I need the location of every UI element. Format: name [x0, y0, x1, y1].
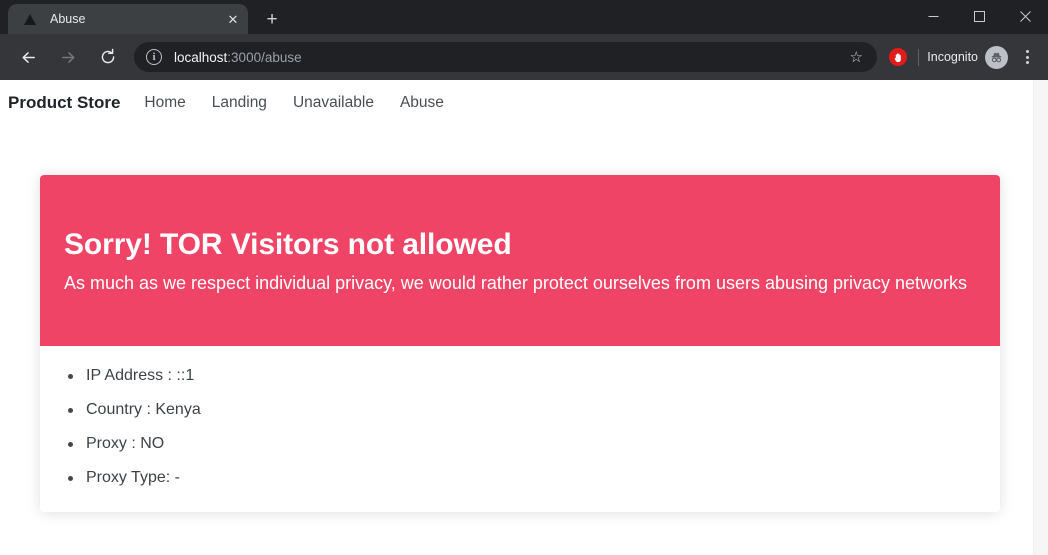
triangle-favicon-icon — [22, 11, 38, 27]
tab-close-icon[interactable]: ✕ — [222, 8, 244, 30]
toolbar-divider — [918, 48, 920, 66]
visitor-details: IP Address : ::1 Country : Kenya Proxy :… — [40, 345, 1000, 512]
extension-hand-icon[interactable] — [889, 48, 908, 66]
detail-list: IP Address : ::1 Country : Kenya Proxy :… — [64, 367, 976, 486]
abuse-card: Sorry! TOR Visitors not allowed As much … — [40, 175, 1000, 512]
maximize-button[interactable] — [956, 0, 1002, 32]
tor-alert-banner: Sorry! TOR Visitors not allowed As much … — [40, 175, 1000, 346]
three-dots-menu-icon[interactable] — [1014, 44, 1040, 70]
list-item-proxy-type: Proxy Type: - — [64, 469, 976, 486]
tab-title: Abuse — [50, 12, 86, 26]
nav-link-home[interactable]: Home — [144, 94, 185, 112]
list-item-proxy: Proxy : NO — [64, 435, 976, 452]
minimize-button[interactable] — [910, 0, 956, 32]
incognito-spy-icon[interactable] — [985, 45, 1008, 69]
nav-link-landing[interactable]: Landing — [212, 94, 267, 112]
nav-link-unavailable[interactable]: Unavailable — [293, 94, 374, 112]
tab-strip: Abuse ✕ + — [0, 0, 1048, 34]
browser-window: Abuse ✕ + i localhost:3000/abuse ☆ Incog… — [0, 0, 1048, 555]
url-host: localhost — [174, 49, 228, 65]
url-text: localhost:3000/abuse — [174, 50, 302, 65]
forward-icon[interactable] — [53, 42, 83, 72]
list-item-ip-address: IP Address : ::1 — [64, 367, 976, 384]
reload-icon[interactable] — [93, 42, 123, 72]
alert-message: As much as we respect individual privacy… — [64, 272, 968, 293]
profile-label[interactable]: Incognito — [927, 50, 978, 64]
address-bar[interactable]: i localhost:3000/abuse ☆ — [134, 42, 878, 72]
site-brand[interactable]: Product Store — [8, 93, 120, 113]
site-navbar: Product Store Home Landing Unavailable A… — [0, 80, 1048, 113]
vertical-scrollbar[interactable] — [1033, 80, 1048, 555]
browser-tab-abuse[interactable]: Abuse ✕ — [8, 4, 248, 34]
url-path: :3000/abuse — [227, 49, 302, 65]
site-info-icon[interactable]: i — [146, 49, 162, 65]
bookmark-star-icon[interactable]: ☆ — [845, 46, 867, 68]
list-item-country: Country : Kenya — [64, 401, 976, 418]
browser-toolbar: i localhost:3000/abuse ☆ Incognito — [0, 34, 1048, 80]
alert-title: Sorry! TOR Visitors not allowed — [64, 228, 512, 261]
close-window-button[interactable] — [1002, 0, 1048, 32]
nav-link-abuse[interactable]: Abuse — [400, 94, 444, 112]
new-tab-button[interactable]: + — [258, 5, 286, 33]
window-controls — [910, 0, 1048, 32]
back-icon[interactable] — [13, 42, 43, 72]
page-viewport: Product Store Home Landing Unavailable A… — [0, 80, 1048, 555]
